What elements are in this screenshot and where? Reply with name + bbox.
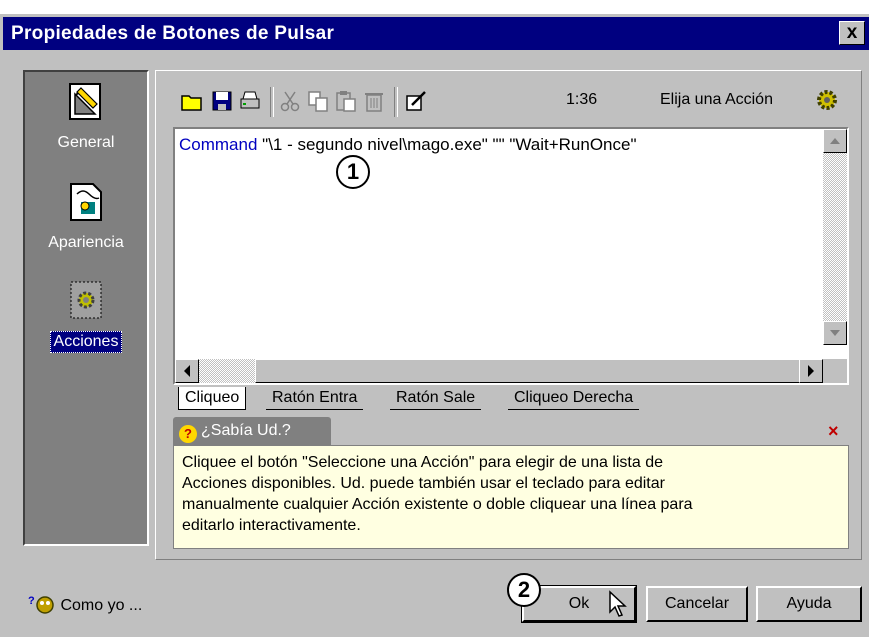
horizontal-scrollbar[interactable] [175,359,823,383]
tab-cliqueo[interactable]: Cliqueo [178,387,247,410]
scroll-thumb[interactable] [255,359,815,383]
tip-title: ¿Sabía Ud.? [201,422,291,439]
save-disk-icon[interactable] [210,89,234,113]
mascot-help-icon: ? [28,595,54,614]
dialog-window: Propiedades de Botones de Pulsar x Gener… [0,14,869,637]
arrow-right-icon [808,365,814,377]
window-title: Propiedades de Botones de Pulsar [11,23,335,44]
scroll-left-button[interactable] [175,359,199,383]
tip-body: Cliquee el botón "Seleccione una Acción"… [173,445,849,549]
gear-page-icon [70,281,102,319]
command-keyword: Command [179,135,258,154]
action-editor[interactable]: Command "\1 - segundo nivel\mago.exe" ""… [173,127,849,385]
tip-line: manualmente cualquier Acción existente o… [182,496,693,513]
sidebar-item-label: Apariencia [48,234,124,251]
arrow-down-icon [830,330,840,336]
event-tabs: Cliqueo Ratón Entra Ratón Sale Cliqueo D… [178,387,778,413]
toolbar-separator [394,87,398,117]
toolbar: 1:36 Elija una Acción [176,87,856,117]
scroll-down-button[interactable] [823,321,847,345]
toolbar-separator [270,87,274,117]
tab-raton-entra[interactable]: Ratón Entra [266,387,364,410]
help-me-link[interactable]: ? Como yo ... [28,594,142,615]
tip-line: Cliquee el botón "Seleccione una Acción"… [182,454,664,471]
open-folder-icon[interactable] [180,89,204,113]
copy-icon[interactable] [306,89,330,113]
scroll-up-button[interactable] [823,129,847,153]
sidebar-item-label: General [57,134,115,151]
delete-icon[interactable] [362,89,386,113]
question-icon: ? [179,425,197,443]
tip-line: Acciones disponibles. Ud. puede también … [182,475,665,492]
cancel-button[interactable]: Cancelar [646,586,748,622]
select-action-label[interactable]: Elija una Acción [660,91,773,109]
sidebar-item-apariencia[interactable]: Apariencia [25,182,147,253]
arrow-up-icon [830,138,840,144]
actions-panel: 1:36 Elija una Acción Command "\1 - segu… [155,70,862,560]
close-button[interactable]: x [839,21,865,45]
category-sidebar: General Apariencia Acciones [23,70,149,546]
cut-icon[interactable] [278,89,302,113]
tab-raton-sale[interactable]: Ratón Sale [390,387,482,410]
vertical-scrollbar[interactable] [823,129,847,345]
help-button[interactable]: Ayuda [756,586,862,622]
tip-line: editarlo interactivamente. [182,517,361,534]
edit-icon[interactable] [404,89,428,113]
arrow-left-icon [184,365,190,377]
tab-cliqueo-derecha[interactable]: Cliqueo Derecha [508,387,640,410]
title-bar[interactable]: Propiedades de Botones de Pulsar x [3,17,869,50]
page-paint-icon [70,183,102,221]
help-me-label: Como yo ... [60,597,143,614]
callout-2: 2 [507,573,541,607]
command-args: "\1 - segundo nivel\mago.exe" "" "Wait+R… [262,135,637,154]
sidebar-item-acciones[interactable]: Acciones [25,280,147,353]
paste-icon[interactable] [334,89,358,113]
scroll-corner [823,359,847,383]
time-display: 1:36 [566,91,598,108]
print-icon[interactable] [238,89,262,113]
mouse-cursor-icon [609,590,627,617]
gear-icon[interactable] [814,87,840,113]
sidebar-item-label: Acciones [49,331,123,353]
svg-text:?: ? [28,595,35,607]
command-line[interactable]: Command "\1 - segundo nivel\mago.exe" ""… [179,135,637,155]
tip-header: ? ¿Sabía Ud.? [173,417,331,445]
callout-1: 1 [336,155,370,189]
pencil-ruler-icon [69,83,101,120]
sidebar-item-general[interactable]: General [25,82,147,153]
tip-close-button[interactable]: × [828,421,839,442]
scroll-right-button[interactable] [799,359,823,383]
